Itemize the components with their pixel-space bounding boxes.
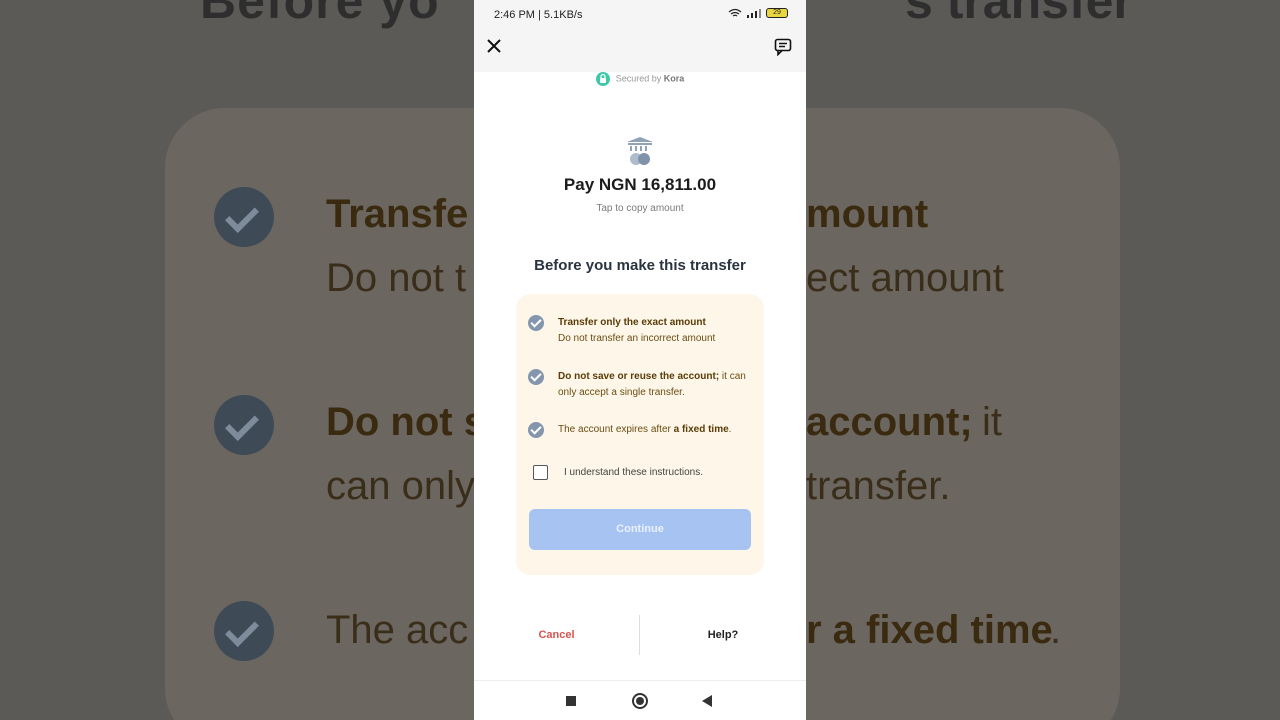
bg-check-icon <box>214 187 274 247</box>
bg-title-left: Before yo <box>200 0 440 29</box>
instruction-bold: Transfer only the exact amount <box>558 317 706 328</box>
android-nav-bar <box>474 680 806 720</box>
bg-line: ect amount <box>806 256 1004 300</box>
bg-line: r a fixed time <box>806 608 1053 652</box>
bg-line: can only <box>326 464 475 508</box>
lock-icon <box>595 72 610 86</box>
instruction-bold: Do not save or reuse the account; <box>558 371 720 382</box>
secured-prefix: Secured by <box>615 73 662 84</box>
bg-line: Do not s <box>326 400 486 444</box>
instruction-item: Do not save or reuse the account; it can… <box>528 369 756 401</box>
understand-row[interactable]: I understand these instructions. <box>533 465 703 480</box>
chat-icon[interactable] <box>774 38 792 56</box>
wifi-icon <box>728 8 742 17</box>
instruction-item: Transfer only the exact amount Do not tr… <box>528 315 756 347</box>
status-icons: 29 <box>728 8 788 18</box>
instruction-detail: . <box>728 424 732 435</box>
top-bar <box>474 28 806 72</box>
phone-screen: 2:46 PM | 5.1KB/s 29 Secured by Kora Pay… <box>474 0 806 720</box>
close-icon[interactable] <box>486 38 502 54</box>
instruction-text: Transfer only the exact amount Do not tr… <box>558 315 715 347</box>
check-icon <box>528 369 544 385</box>
footer-actions: Cancel Help? <box>474 615 806 655</box>
secured-brand: Kora <box>663 73 685 84</box>
instruction-bold: a fixed time <box>673 424 729 435</box>
bg-line: Do not t <box>326 256 467 300</box>
home-icon[interactable] <box>632 693 648 709</box>
continue-button[interactable]: Continue <box>529 509 751 550</box>
bg-line: it <box>982 400 1002 444</box>
bg-line: . <box>1050 608 1062 652</box>
bank-icon <box>627 137 653 165</box>
recents-icon[interactable] <box>566 696 576 706</box>
bg-check-icon <box>214 601 274 661</box>
copy-hint[interactable]: Tap to copy amount <box>474 203 806 214</box>
bg-line: mount <box>806 192 929 236</box>
understand-checkbox[interactable] <box>533 465 548 480</box>
instruction-detail: Do not transfer an incorrect amount <box>558 333 716 344</box>
pay-amount[interactable]: Pay NGN 16,811.00 <box>474 175 806 195</box>
secured-by: Secured by Kora <box>474 72 806 86</box>
back-icon[interactable] <box>702 695 712 707</box>
cancel-button[interactable]: Cancel <box>474 615 639 655</box>
instructions-card: Transfer only the exact amount Do not tr… <box>516 294 764 575</box>
page-title: Before you make this transfer <box>534 257 746 274</box>
battery-icon: 29 <box>766 8 788 18</box>
instruction-item: The account expires after a fixed time. <box>528 422 756 438</box>
help-button[interactable]: Help? <box>640 615 806 655</box>
bg-line: account; <box>806 400 973 444</box>
signal-icon <box>747 9 761 18</box>
bg-title-right: s transfer <box>905 0 1133 29</box>
status-time: 2:46 PM | 5.1KB/s <box>494 9 583 21</box>
check-icon <box>528 315 544 331</box>
bg-line: transfer. <box>806 464 951 508</box>
bg-line: Transfe <box>326 192 469 236</box>
bg-line: The acc <box>326 608 469 652</box>
bg-check-icon <box>214 395 274 455</box>
status-bar: 2:46 PM | 5.1KB/s 29 <box>474 0 806 28</box>
instruction-text: Do not save or reuse the account; it can… <box>558 369 756 401</box>
check-icon <box>528 422 544 438</box>
instruction-text: The account expires after a fixed time. <box>558 422 731 438</box>
instruction-prefix: The account expires after <box>558 424 674 435</box>
understand-label[interactable]: I understand these instructions. <box>564 467 703 478</box>
